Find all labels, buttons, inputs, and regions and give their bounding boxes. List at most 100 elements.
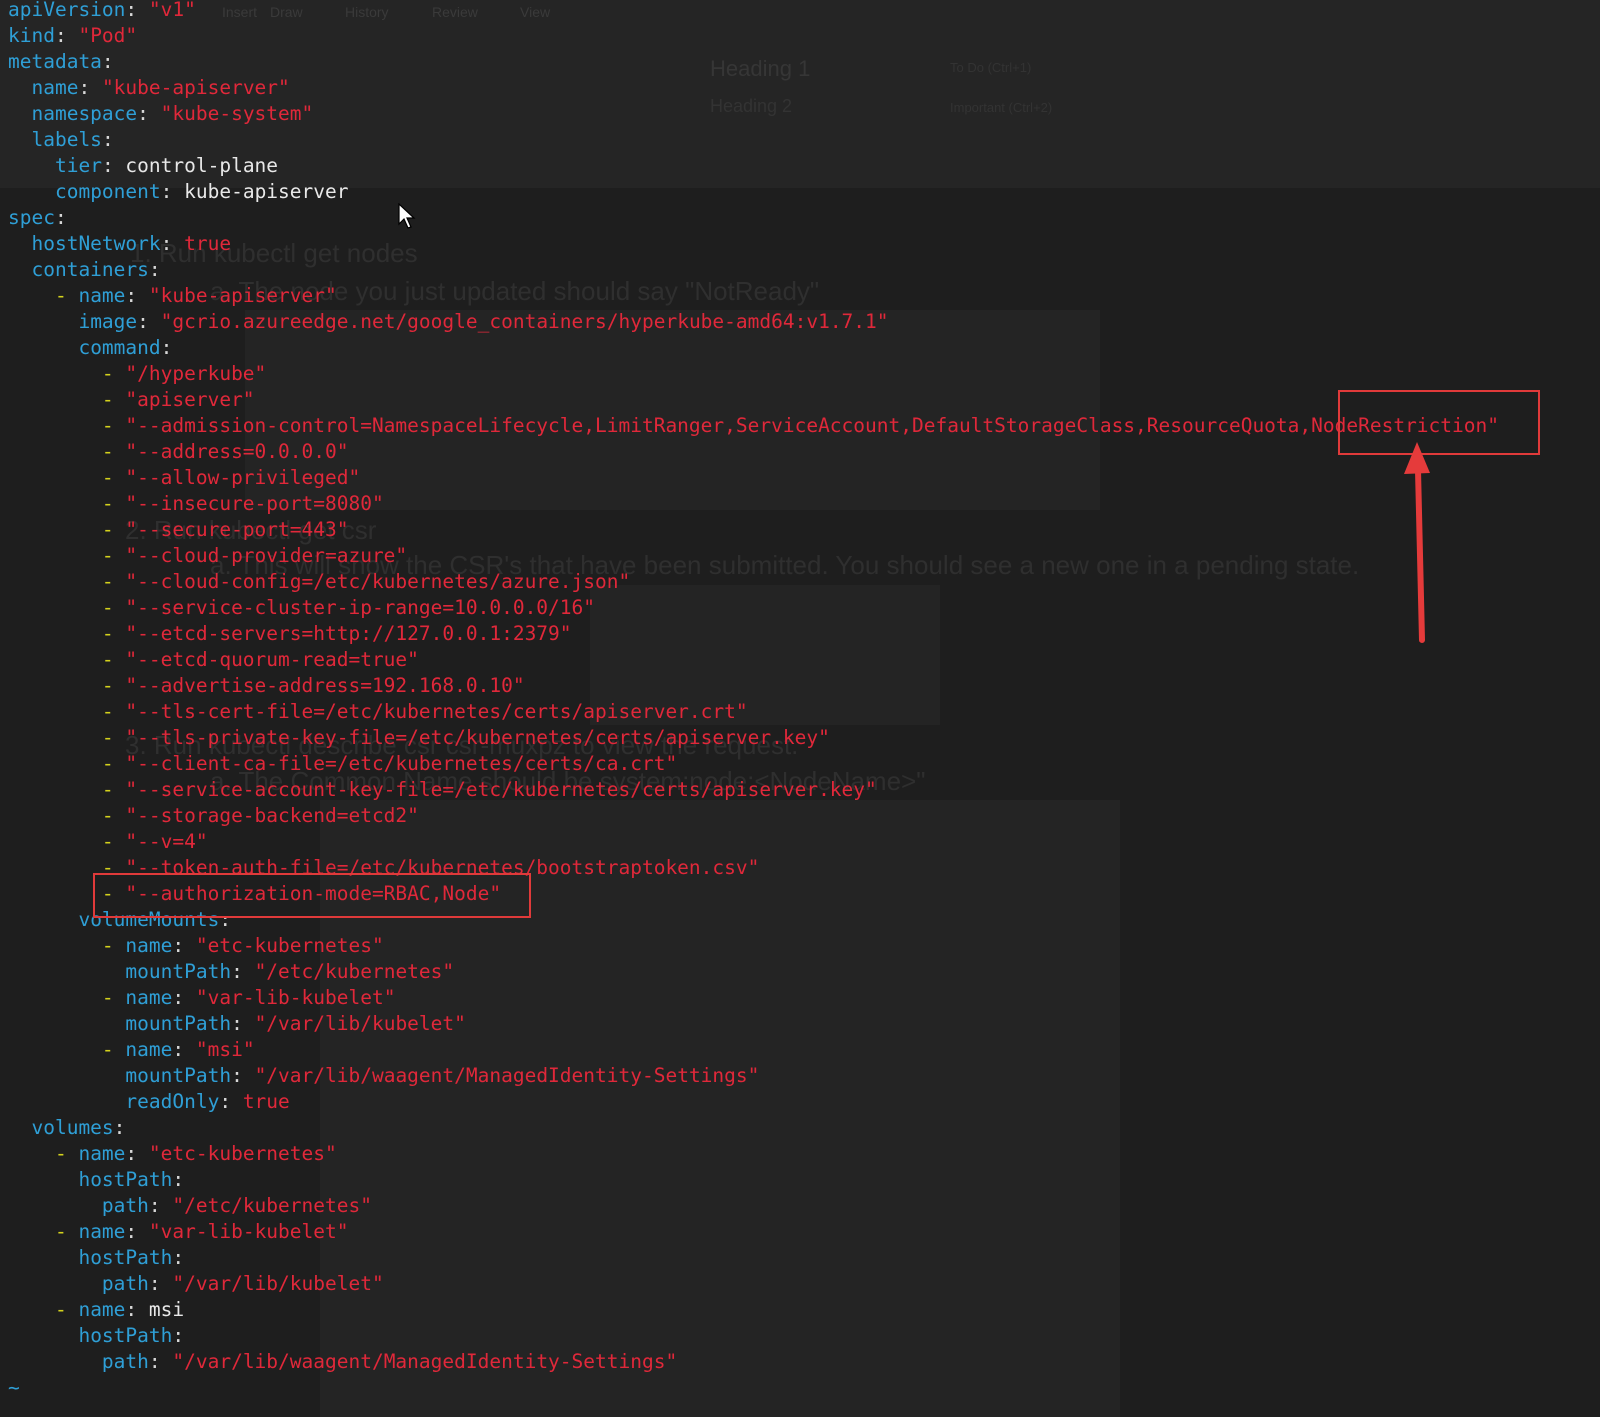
terminal-line: namespace: "kube-system" [8,101,313,127]
terminal-line: mountPath: "/var/lib/waagent/ManagedIden… [8,1063,759,1089]
code-token: name [31,76,79,99]
code-token: "--admission-control=NamespaceLifecycle,… [125,414,1499,437]
terminal-line: spec: [8,205,67,231]
code-token: "var-lib-kubelet" [148,1220,349,1243]
terminal-line: command: [8,335,172,361]
code-token: - [101,726,126,749]
terminal-line: labels: [8,127,114,153]
terminal-line: ~ [8,1375,20,1401]
code-token: "msi" [195,1038,255,1061]
code-token: "kube-apiserver" [148,284,337,307]
code-token: hostPath [78,1246,173,1269]
code-token: : [101,128,114,151]
code-token: : [125,1220,149,1243]
terminal-line: - name: "etc-kubernetes" [8,933,384,959]
code-token: hostNetwork [31,232,161,255]
code-token: command [78,336,161,359]
terminal-line: - "--v=4" [8,829,208,855]
code-token: : [137,102,161,125]
code-token: - [101,622,126,645]
code-token: name [78,284,126,307]
code-token: path [101,1350,149,1373]
code-token: "--storage-backend=etcd2" [125,804,419,827]
code-token: "/var/lib/waagent/ManagedIdentity-Settin… [172,1350,678,1373]
code-token: - [101,492,126,515]
code-token: "etc-kubernetes" [195,934,384,957]
code-token: - [101,700,126,723]
code-token: - [101,570,126,593]
code-token: : [101,50,114,73]
terminal-line: kind: "Pod" [8,23,137,49]
terminal-line: - "--address=0.0.0.0" [8,439,349,465]
code-token: containers [31,258,149,281]
terminal-line: path: "/etc/kubernetes" [8,1193,372,1219]
terminal-line: containers: [8,257,160,283]
code-token: "--tls-cert-file=/etc/kubernetes/certs/a… [125,700,748,723]
terminal-line: - "--admission-control=NamespaceLifecycl… [8,413,1499,439]
terminal-window[interactable]: apiVersion: "v1" kind: "Pod" metadata: nam… [0,0,1600,1417]
code-token: "--allow-privileged" [125,466,361,489]
code-token: : [125,1298,149,1321]
code-token: - [54,1220,79,1243]
code-token: image [78,310,138,333]
code-token: true [184,232,232,255]
code-token: "/var/lib/kubelet" [172,1272,384,1295]
code-token: : [231,1012,255,1035]
terminal-line: hostPath: [8,1167,184,1193]
code-token: : [160,180,185,203]
terminal-line: - name: "etc-kubernetes" [8,1141,337,1167]
code-token: : [54,24,79,47]
terminal-line: - "--tls-cert-file=/etc/kubernetes/certs… [8,699,748,725]
code-token: readOnly [125,1090,220,1113]
mouse-pointer-icon [398,203,416,229]
terminal-line: - "--secure-port=443" [8,517,349,543]
code-token: : [172,1168,185,1191]
terminal-line: tier: control-plane [8,153,278,179]
terminal-line: - "apiserver" [8,387,255,413]
terminal-line: - "--insecure-port=8080" [8,491,384,517]
terminal-line: - "--client-ca-file=/etc/kubernetes/cert… [8,751,677,777]
code-token: name [78,1298,126,1321]
code-token: "--secure-port=443" [125,518,349,541]
code-token: "--advertise-address=192.168.0.10" [125,674,525,697]
code-token: "/var/lib/kubelet" [254,1012,466,1035]
code-token: "etc-kubernetes" [148,1142,337,1165]
code-token: metadata [8,50,102,73]
code-token: - [101,986,126,1009]
code-token: "--cloud-provider=azure" [125,544,408,567]
code-token: kube-apiserver [184,180,349,203]
code-token: : [101,154,126,177]
code-token: tier [54,154,102,177]
terminal-line: - "--cloud-provider=azure" [8,543,407,569]
terminal-line: - "--cloud-config=/etc/kubernetes/azure.… [8,569,630,595]
code-token: "/var/lib/waagent/ManagedIdentity-Settin… [254,1064,760,1087]
code-token: - [101,648,126,671]
terminal-line: - name: "kube-apiserver" [8,283,337,309]
code-token: : [172,1246,185,1269]
code-token: labels [31,128,102,151]
terminal-line: name: "kube-apiserver" [8,75,289,101]
